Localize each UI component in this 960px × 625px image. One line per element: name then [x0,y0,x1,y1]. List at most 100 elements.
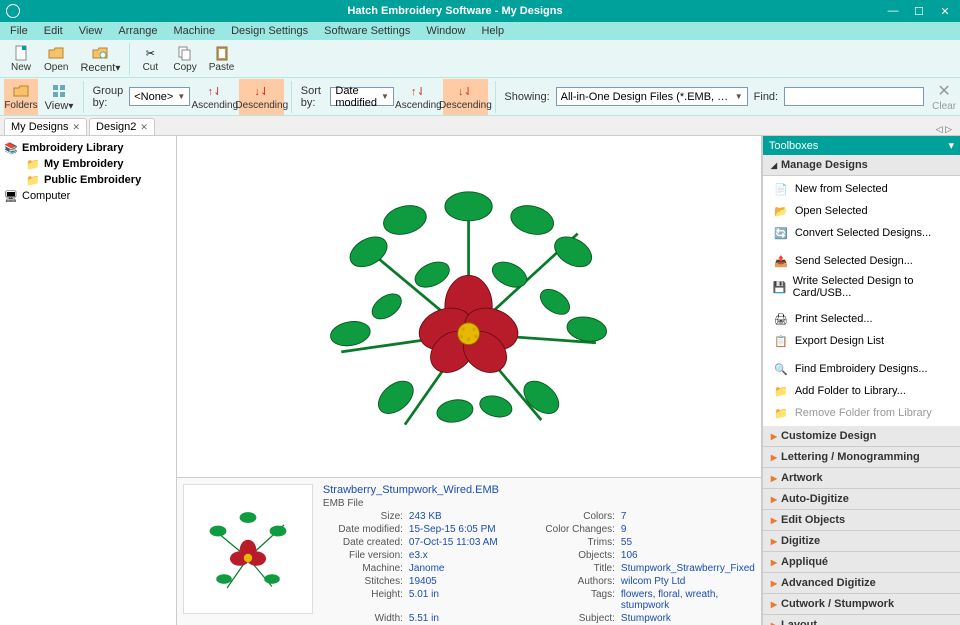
meta-value[interactable]: 55 [621,537,755,548]
meta-label: Authors: [535,576,615,587]
groupby-combo[interactable]: <None>▼ [129,87,190,106]
tab-my-designs[interactable]: My Designs ✕ [4,118,87,135]
find-label: Find: [752,91,780,103]
chevron-down-icon: ▼ [735,92,743,101]
close-tab-icon[interactable]: ✕ [72,122,80,133]
section-edit-objects[interactable]: ▶Edit Objects [763,510,960,531]
recent-button[interactable]: Recent▾ [74,41,126,77]
menu-arrange[interactable]: Arrange [112,24,163,38]
folders-button[interactable]: Folders [4,79,38,115]
section-customize[interactable]: ▶Customize Design [763,426,960,447]
send-selected[interactable]: 📤Send Selected Design... [763,250,960,272]
maximize-button[interactable]: ☐ [910,4,928,18]
menu-file[interactable]: File [4,24,34,38]
new-from-selected[interactable]: 📄New from Selected [763,178,960,200]
remove-folder[interactable]: 📁Remove Folder from Library [763,402,960,424]
section-cutwork[interactable]: ▶Cutwork / Stumpwork [763,594,960,615]
window-title: Hatch Embroidery Software - My Designs [26,5,884,17]
meta-value[interactable]: 106 [621,550,755,561]
tree-item-computer[interactable]: 🖥 Computer [4,188,172,204]
separator [83,81,84,113]
titlebar: Hatch Embroidery Software - My Designs —… [0,0,960,22]
menu-software-settings[interactable]: Software Settings [318,24,416,38]
menu-design-settings[interactable]: Design Settings [225,24,314,38]
folder-icon: 📁 [26,173,40,187]
meta-value[interactable]: wilcom Pty Ltd [621,576,755,587]
section-lettering[interactable]: ▶Lettering / Monogramming [763,447,960,468]
meta-value[interactable]: 9 [621,524,755,535]
section-auto-digitize[interactable]: ▶Auto-Digitize [763,489,960,510]
copy-button[interactable]: Copy [167,41,202,77]
menu-view[interactable]: View [73,24,109,38]
close-button[interactable]: ✕ [936,4,954,18]
file-type: EMB File [323,498,755,509]
menu-edit[interactable]: Edit [38,24,69,38]
tab-scroll[interactable]: ◁ ▷ [932,124,956,135]
find-designs[interactable]: 🔍Find Embroidery Designs... [763,358,960,380]
menu-machine[interactable]: Machine [168,24,222,38]
minimize-button[interactable]: — [884,4,902,18]
meta-label: File version: [323,550,403,561]
sortby-combo[interactable]: Date modified▼ [330,87,394,106]
section-layout[interactable]: ▶Layout [763,615,960,625]
groupby-label: Group by: [91,85,126,109]
close-icon: ✕ [937,81,950,101]
showing-combo[interactable]: All-in-One Design Files (*.EMB, *.ART*, … [556,87,748,106]
new-button[interactable]: New [4,41,38,77]
design-preview[interactable] [177,136,761,477]
panel-menu-icon[interactable]: ▾ [948,139,954,152]
meta-label: Subject: [535,613,615,624]
group-descending-button[interactable]: ↓⇃ Descending [239,79,284,115]
file-name: Strawberry_Stumpwork_Wired.EMB [323,484,755,496]
meta-value[interactable]: flowers, floral, wreath, stumpwork [621,589,755,611]
open-button[interactable]: Open [38,41,74,77]
meta-label: Date modified: [323,524,403,535]
meta-value[interactable]: 5.51 in [409,613,529,624]
group-ascending-button[interactable]: ↑⇃ Ascending [194,79,235,115]
section-digitize[interactable]: ▶Digitize [763,531,960,552]
meta-value[interactable]: 15-Sep-15 6:05 PM [409,524,529,535]
close-tab-icon[interactable]: ✕ [140,122,148,133]
meta-value[interactable]: 19405 [409,576,529,587]
meta-value[interactable]: 243 KB [409,511,529,522]
view-button[interactable]: View▾ [42,79,76,115]
meta-value[interactable]: e3.x [409,550,529,561]
meta-label: Title: [535,563,615,574]
find-input[interactable] [784,87,924,106]
menu-window[interactable]: Window [420,24,471,38]
meta-value[interactable]: 5.01 in [409,589,529,611]
metadata-grid: Strawberry_Stumpwork_Wired.EMB EMB File … [323,484,755,619]
triangle-right-icon: ▶ [771,495,777,504]
tree-root[interactable]: 📚 Embroidery Library [4,140,172,156]
sort-ascending-button[interactable]: ↑⇃ Ascending [398,79,439,115]
tree-item-my-embroidery[interactable]: 📁 My Embroidery [4,156,172,172]
clear-button[interactable]: ✕ Clear [932,79,956,115]
print-selected[interactable]: 🖨Print Selected... [763,308,960,330]
convert-selected[interactable]: 🔄Convert Selected Designs... [763,222,960,244]
section-applique[interactable]: ▶Appliqué [763,552,960,573]
meta-value[interactable]: Stumpwork_Strawberry_Fixed [621,563,755,574]
export-list[interactable]: 📋Export Design List [763,330,960,352]
menu-help[interactable]: Help [475,24,510,38]
paste-button[interactable]: Paste [203,41,241,77]
section-manage-designs[interactable]: ◢ Manage Designs [763,155,960,176]
design-thumbnail[interactable] [183,484,313,614]
meta-value[interactable]: 7 [621,511,755,522]
sort-descending-button[interactable]: ↓⇃ Descending [443,79,488,115]
section-advanced-digitize[interactable]: ▶Advanced Digitize [763,573,960,594]
triangle-right-icon: ▶ [771,621,777,625]
meta-value[interactable]: Janome [409,563,529,574]
library-icon: 📚 [4,141,18,155]
add-folder[interactable]: 📁Add Folder to Library... [763,380,960,402]
section-artwork[interactable]: ▶Artwork [763,468,960,489]
write-to-usb[interactable]: 💾Write Selected Design to Card/USB... [763,272,960,302]
meta-value[interactable]: 07-Oct-15 11:03 AM [409,537,529,548]
chevron-down-icon: ▼ [177,92,185,101]
open-selected[interactable]: 📂Open Selected [763,200,960,222]
tree-item-public-embroidery[interactable]: 📁 Public Embroidery [4,172,172,188]
meta-value[interactable]: Stumpwork [621,613,755,624]
document-tabs: My Designs ✕ Design2 ✕ ◁ ▷ [0,116,960,136]
tab-design2[interactable]: Design2 ✕ [89,118,155,135]
search-icon: 🔍 [773,361,789,377]
cut-button[interactable]: ✂ Cut [133,41,167,77]
